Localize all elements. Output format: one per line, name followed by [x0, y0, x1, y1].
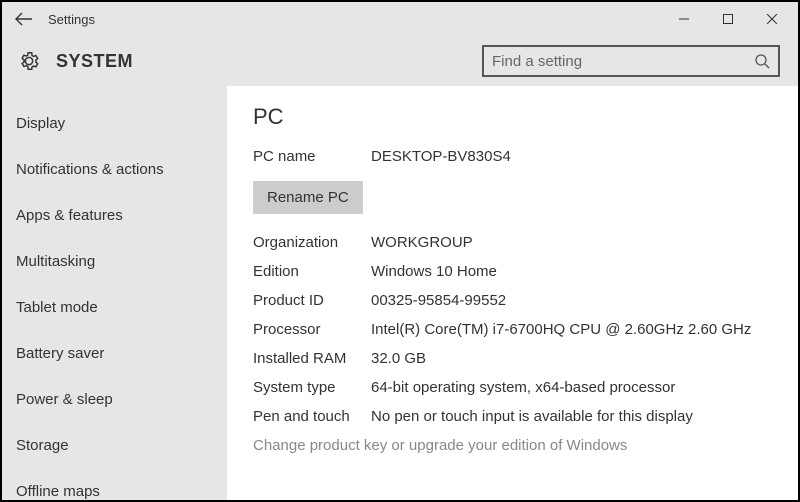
system-type-row: System type 64-bit operating system, x64…: [253, 379, 772, 396]
pen-touch-row: Pen and touch No pen or touch input is a…: [253, 408, 772, 425]
sidebar-item-label: Power & sleep: [16, 391, 113, 408]
sidebar-item-battery[interactable]: Battery saver: [2, 330, 227, 376]
product-id-label: Product ID: [253, 292, 371, 309]
pen-touch-label: Pen and touch: [253, 408, 371, 425]
search-box[interactable]: [482, 45, 780, 77]
sidebar-item-storage[interactable]: Storage: [2, 422, 227, 468]
arrow-left-icon: [15, 12, 33, 26]
section-heading: PC: [253, 104, 772, 130]
rename-pc-button[interactable]: Rename PC: [253, 181, 363, 214]
search-icon: [754, 53, 770, 69]
window-title: Settings: [48, 12, 95, 27]
maximize-icon: [723, 14, 733, 24]
pc-name-value: DESKTOP-BV830S4: [371, 148, 772, 165]
search-input[interactable]: [492, 53, 754, 70]
edition-row: Edition Windows 10 Home: [253, 263, 772, 280]
sidebar-item-tablet[interactable]: Tablet mode: [2, 284, 227, 330]
sidebar-item-label: Display: [16, 115, 65, 132]
ram-row: Installed RAM 32.0 GB: [253, 350, 772, 367]
minimize-button[interactable]: [662, 4, 706, 34]
sidebar-item-apps[interactable]: Apps & features: [2, 192, 227, 238]
system-type-value: 64-bit operating system, x64-based proce…: [371, 379, 772, 396]
page-title: SYSTEM: [56, 51, 133, 72]
processor-row: Processor Intel(R) Core(TM) i7-6700HQ CP…: [253, 321, 772, 338]
sidebar-item-display[interactable]: Display: [2, 100, 227, 146]
titlebar: Settings: [2, 2, 798, 36]
minimize-icon: [679, 14, 689, 24]
pc-name-label: PC name: [253, 148, 371, 165]
ram-label: Installed RAM: [253, 350, 371, 367]
processor-value: Intel(R) Core(TM) i7-6700HQ CPU @ 2.60GH…: [371, 321, 772, 338]
gear-icon: [16, 48, 42, 74]
processor-label: Processor: [253, 321, 371, 338]
sidebar-item-label: Tablet mode: [16, 299, 98, 316]
sidebar-item-label: Offline maps: [16, 483, 100, 500]
sidebar-item-label: Notifications & actions: [16, 161, 164, 178]
close-icon: [767, 14, 777, 24]
sidebar-item-label: Battery saver: [16, 345, 104, 362]
product-id-row: Product ID 00325-95854-99552: [253, 292, 772, 309]
sidebar-item-label: Multitasking: [16, 253, 95, 270]
system-type-label: System type: [253, 379, 371, 396]
sidebar-item-offline-maps[interactable]: Offline maps: [2, 468, 227, 500]
maximize-button[interactable]: [706, 4, 750, 34]
product-id-value: 00325-95854-99552: [371, 292, 772, 309]
back-button[interactable]: [6, 4, 42, 34]
organization-row: Organization WORKGROUP: [253, 234, 772, 251]
sidebar: Display Notifications & actions Apps & f…: [2, 86, 227, 500]
organization-value: WORKGROUP: [371, 234, 772, 251]
pc-name-row: PC name DESKTOP-BV830S4: [253, 148, 772, 165]
close-button[interactable]: [750, 4, 794, 34]
edition-label: Edition: [253, 263, 371, 280]
header: SYSTEM: [2, 36, 798, 86]
change-product-key-link[interactable]: Change product key or upgrade your editi…: [253, 437, 772, 454]
sidebar-item-multitasking[interactable]: Multitasking: [2, 238, 227, 284]
edition-value: Windows 10 Home: [371, 263, 772, 280]
ram-value: 32.0 GB: [371, 350, 772, 367]
sidebar-item-label: Apps & features: [16, 207, 123, 224]
sidebar-item-notifications[interactable]: Notifications & actions: [2, 146, 227, 192]
main-content: PC PC name DESKTOP-BV830S4 Rename PC Org…: [227, 86, 798, 500]
organization-label: Organization: [253, 234, 371, 251]
sidebar-item-power[interactable]: Power & sleep: [2, 376, 227, 422]
pen-touch-value: No pen or touch input is available for t…: [371, 408, 772, 425]
sidebar-item-label: Storage: [16, 437, 69, 454]
